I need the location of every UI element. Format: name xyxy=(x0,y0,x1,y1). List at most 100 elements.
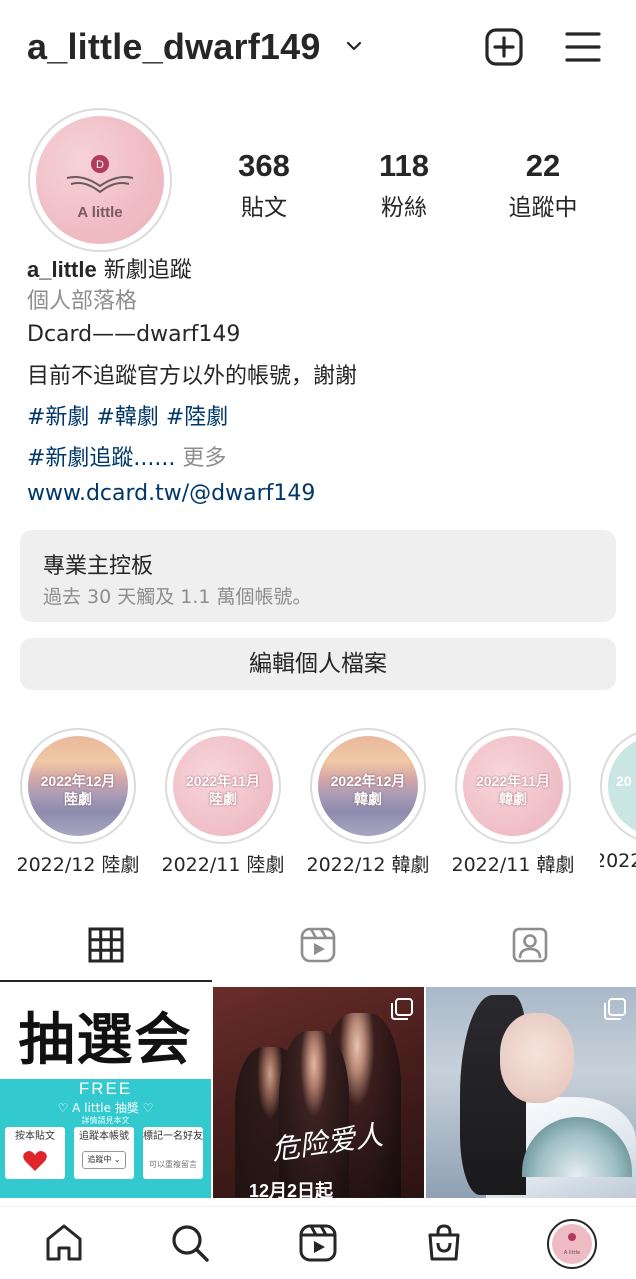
highlight-ring: 2022年11月 韓劇 xyxy=(455,728,571,844)
highlight-cover-line1: 20 xyxy=(616,773,632,789)
reels-icon xyxy=(299,1224,337,1262)
profile-name-main: a_little xyxy=(27,257,97,282)
post-thumbnail[interactable]: 抽選会 FREE ♡ A little 抽獎 ♡ 詳情請見本文 按本貼文 追蹤本… xyxy=(0,987,211,1198)
post-following-pill: 追蹤中 ⌄ xyxy=(82,1151,126,1169)
profile-name-suffix: 新劇追蹤 xyxy=(96,258,192,283)
bio-hashtags[interactable]: #新劇 #韓劇 #陸劇 xyxy=(27,403,228,433)
profile-avatar[interactable]: D A little xyxy=(28,108,172,252)
stat-followers[interactable]: 118 粉絲 xyxy=(339,148,469,222)
highlight-label: 2022/11 韓劇 xyxy=(451,854,575,876)
poster-date: 12月2日起 xyxy=(249,1181,334,1198)
tab-tagged[interactable] xyxy=(424,918,636,984)
bio-hashtags-more: #新劇追蹤...... 更多 xyxy=(27,444,226,474)
grid-icon xyxy=(88,927,124,963)
menu-icon[interactable] xyxy=(564,29,602,65)
posts-label: 貼文 xyxy=(241,195,287,221)
carousel-icon xyxy=(604,998,626,1020)
dashboard-title: 專業主控板 xyxy=(43,554,154,579)
bio-hashtag[interactable]: #新劇追蹤...... xyxy=(27,446,175,471)
heart-icon xyxy=(23,1151,47,1171)
profile-category: 個人部落格 xyxy=(27,289,138,314)
post-step-text: 標記一名好友 xyxy=(143,1131,203,1142)
post-step-box: 標記一名好友 可以重複留言 xyxy=(143,1127,203,1179)
bio-website-link[interactable]: www.dcard.tw/@dwarf149 xyxy=(27,479,315,509)
following-label: 追蹤中 xyxy=(508,195,578,221)
tab-reels[interactable] xyxy=(212,918,424,984)
profile-name: a_little 新劇追蹤 xyxy=(27,255,192,286)
avatar-label: A little xyxy=(77,204,123,221)
chevron-down-icon[interactable] xyxy=(344,36,364,56)
highlight-cover-line1: 2022年12月 xyxy=(40,773,116,789)
carousel-icon xyxy=(391,998,413,1020)
posts-count: 368 xyxy=(238,148,290,183)
highlight-cover: 2022年11月 陸劇 xyxy=(173,736,273,836)
highlight-cover-line1: 2022年12月 xyxy=(330,773,406,789)
dashboard-subtitle: 過去 30 天觸及 1.1 萬個帳號。 xyxy=(43,586,312,608)
following-count: 22 xyxy=(525,148,561,183)
post-banner: 抽選会 xyxy=(0,987,211,1079)
active-tab-indicator xyxy=(0,980,212,982)
highlight-ring: 2022年12月 韓劇 xyxy=(310,728,426,844)
stat-following[interactable]: 22 追蹤中 xyxy=(478,148,608,222)
post-free-text: FREE xyxy=(78,1079,133,1098)
avatar-logo-dot xyxy=(568,1233,576,1241)
followers-count: 118 xyxy=(378,148,429,183)
highlight-label: 2022/12 陸劇 xyxy=(16,854,140,876)
nav-search[interactable] xyxy=(168,1221,212,1265)
highlight-ring: 2022年11月 陸劇 xyxy=(165,728,281,844)
nav-profile-avatar[interactable]: A little xyxy=(547,1219,597,1269)
highlight-cover: 20 xyxy=(608,736,636,836)
nav-shop[interactable] xyxy=(422,1221,466,1265)
highlight-label: 2022/11 陸劇 xyxy=(161,854,285,876)
highlight-label: 2022/12 韓劇 xyxy=(306,854,430,876)
post-step-text: 按本貼文 xyxy=(15,1131,55,1142)
bio-line: Dcard——dwarf149 xyxy=(27,322,241,347)
post-step-box: 追蹤本帳號 追蹤中 ⌄ xyxy=(74,1127,134,1179)
highlight-cover-line2: 韓劇 xyxy=(354,791,382,807)
highlight-cover: 2022年12月 陸劇 xyxy=(28,736,128,836)
nav-home[interactable] xyxy=(42,1221,86,1265)
username-title[interactable]: a_little_dwarf149 xyxy=(27,26,321,68)
avatar-label: A little xyxy=(563,1250,581,1256)
avatar-letter: D xyxy=(96,159,104,171)
highlight-cover-line1: 2022年11月 xyxy=(476,773,550,789)
search-icon xyxy=(172,1225,209,1262)
top-bar: a_little_dwarf149 xyxy=(0,0,636,96)
post-subtitle: ♡ A little 抽獎 ♡ xyxy=(57,1101,154,1115)
avatar: A little xyxy=(552,1224,592,1264)
tagged-icon xyxy=(512,927,548,963)
edit-profile-button[interactable]: 編輯個人檔案 xyxy=(20,638,616,690)
nav-reels[interactable] xyxy=(296,1221,340,1265)
bottom-navigation: A little xyxy=(0,1206,636,1279)
highlight-cover-line2: 韓劇 xyxy=(499,791,527,807)
highlight-ring: 2022年12月 陸劇 xyxy=(20,728,136,844)
highlight-cover: 2022年12月 韓劇 xyxy=(318,736,418,836)
home-icon xyxy=(46,1224,82,1261)
post-note: 詳情請見本文 xyxy=(81,1116,130,1125)
new-post-icon[interactable] xyxy=(484,27,524,67)
highlight-cover-line2: 陸劇 xyxy=(64,791,92,807)
profile-tabs xyxy=(0,918,636,984)
highlight-label: 2022 xyxy=(600,850,636,872)
more-link[interactable]: 更多 xyxy=(175,446,226,471)
followers-label: 粉絲 xyxy=(381,195,427,221)
bio-line: 目前不追蹤官方以外的帳號，謝謝 xyxy=(27,364,358,389)
post-step-box: 按本貼文 xyxy=(5,1127,65,1179)
stat-posts[interactable]: 368 貼文 xyxy=(199,148,329,222)
book-logo-icon: D xyxy=(66,155,134,194)
poster-figure xyxy=(279,1031,349,1197)
highlight-cover-line2: 陸劇 xyxy=(209,791,237,807)
post-thumbnail[interactable]: 危险爱人 12月2日起 xyxy=(213,987,424,1198)
post-thumbnail[interactable] xyxy=(426,987,636,1198)
poster-figure xyxy=(500,1013,574,1103)
post-step-small: 可以重複留言 xyxy=(149,1160,197,1169)
tab-posts-grid[interactable] xyxy=(0,918,212,984)
post-step-text: 追蹤本帳號 xyxy=(79,1131,129,1142)
shop-icon xyxy=(428,1224,460,1261)
highlight-cover-line1: 2022年11月 xyxy=(186,773,260,789)
story-highlight[interactable]: 20 2022 xyxy=(600,728,636,888)
highlight-ring: 20 xyxy=(600,728,636,844)
highlight-cover: 2022年11月 韓劇 xyxy=(463,736,563,836)
post-headline: 抽選会 xyxy=(18,1007,193,1073)
professional-dashboard[interactable]: 專業主控板 過去 30 天觸及 1.1 萬個帳號。 xyxy=(20,530,616,622)
